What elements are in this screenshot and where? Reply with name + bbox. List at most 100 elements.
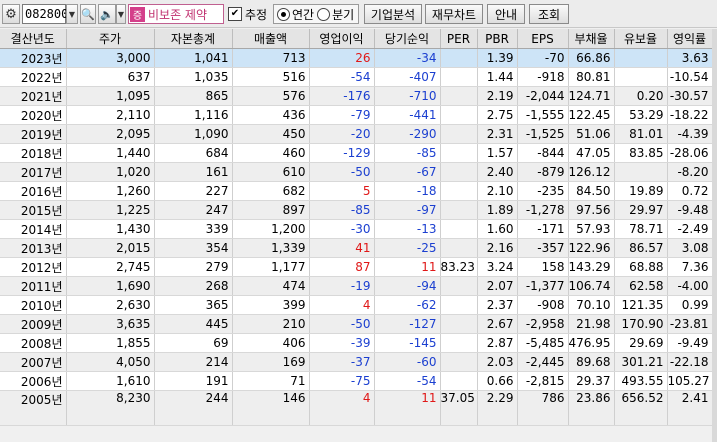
table-row[interactable]: 2016년 1,260 227 682 5 -18 2.10 -235 84.50 19.89 0.… (0, 181, 713, 201)
radio-annual[interactable]: 연간 (277, 6, 314, 23)
column-header[interactable]: 부채율 (568, 29, 615, 49)
company-analysis-button[interactable]: 기업분석 (364, 4, 422, 24)
table-cell: 214 (154, 352, 233, 372)
table-cell: -20 (309, 124, 375, 144)
table-cell: 62.58 (614, 276, 668, 296)
table-cell: 2.75 (477, 105, 518, 125)
table-cell: 786 (517, 390, 569, 426)
table-cell (440, 105, 478, 125)
table-cell: 37.05 (440, 390, 478, 426)
column-header[interactable]: 영업이익 (309, 29, 375, 49)
table-row[interactable]: 2006년 1,610 191 71 -75 -54 0.66 -2,815 29.37 493.… (0, 371, 713, 391)
search-icon[interactable]: 🔍 (80, 4, 96, 24)
query-button[interactable]: 조회 (529, 4, 569, 24)
table-cell (440, 314, 478, 334)
radio-annual-label: 연간 (292, 7, 315, 22)
table-cell: -1,555 (517, 105, 569, 125)
table-cell: 2,095 (66, 124, 155, 144)
column-header[interactable]: 영익률 (667, 29, 713, 49)
table-cell: -28.06 (667, 143, 713, 163)
table-row[interactable]: 2010년 2,630 365 399 4 -62 2.37 -908 70.10 121.35 0… (0, 295, 713, 315)
table-row[interactable]: 2007년 4,050 214 169 -37 -60 2.03 -2,445 89.68 301… (0, 352, 713, 372)
table-row[interactable]: 2020년 2,110 1,116 436 -79 -441 2.75 -1,555 122.4… (0, 105, 713, 125)
table-cell: 8,230 (66, 390, 155, 426)
table-row[interactable]: 2015년 1,225 247 897 -85 -97 1.89 -1,278 97.56 29.… (0, 200, 713, 220)
column-header[interactable]: 매출액 (232, 29, 310, 49)
table-cell: 2009년 (0, 314, 67, 334)
table-row[interactable]: 2005년 8,230 244 146 4 11 37.05 2.29 786 23.86 656.… (0, 390, 713, 426)
gear-icon[interactable]: ⚙ (2, 4, 20, 24)
table-row[interactable]: 2009년 3,635 445 210 -50 -127 2.67 -2,958 21.98 17… (0, 314, 713, 334)
table-cell: 301.21 (614, 352, 668, 372)
guide-button[interactable]: 안내 (487, 4, 525, 24)
table-row[interactable]: 2017년 1,020 161 610 -50 -67 2.40 -879 126.12 -8.2… (0, 162, 713, 182)
table-row[interactable]: 2022년 637 1,035 516 -54 -407 1.44 -918 80.81 -10.… (0, 67, 713, 87)
table-cell: 53.29 (614, 105, 668, 125)
table-cell: 576 (232, 86, 310, 106)
table-cell: -70 (517, 48, 569, 68)
table-cell: 365 (154, 295, 233, 315)
table-cell: -2,958 (517, 314, 569, 334)
table-cell: -1,278 (517, 200, 569, 220)
table-row[interactable]: 2018년 1,440 684 460 -129 -85 1.57 -844 47.05 83.8… (0, 143, 713, 163)
table-cell: 11 (374, 257, 441, 277)
table-cell: 406 (232, 333, 310, 353)
column-header[interactable]: 유보율 (614, 29, 668, 49)
stock-code-input[interactable]: 082800 (22, 4, 68, 24)
table-cell: -2,445 (517, 352, 569, 372)
table-cell: 1.44 (477, 67, 518, 87)
table-row[interactable]: 2021년 1,095 865 576 -176 -710 2.19 -2,044 124.71… (0, 86, 713, 106)
table-row[interactable]: 2012년 2,745 279 1,177 87 11 83.23 3.24 158 143.29… (0, 257, 713, 277)
table-cell (440, 276, 478, 296)
table-cell: 2.19 (477, 86, 518, 106)
sound-dropdown-icon[interactable]: ▼ (116, 4, 126, 24)
table-cell: 3.08 (667, 238, 713, 258)
table-row[interactable]: 2013년 2,015 354 1,339 41 -25 2.16 -357 122.96 86.… (0, 238, 713, 258)
table-cell: 1,339 (232, 238, 310, 258)
column-header[interactable]: PBR (477, 29, 518, 49)
column-header[interactable]: EPS (517, 29, 569, 49)
table-cell: 4 (309, 390, 375, 426)
table-cell (440, 295, 478, 315)
column-header[interactable]: 주가 (66, 29, 155, 49)
table-cell: -1,525 (517, 124, 569, 144)
table-cell: 2008년 (0, 333, 67, 353)
radio-quarter-label: 분기 (332, 7, 355, 22)
table-cell: -145 (374, 333, 441, 353)
column-header[interactable]: 결산년도 (0, 29, 67, 49)
radio-quarter[interactable]: 분기 (317, 6, 354, 23)
table-cell: 126.12 (568, 162, 615, 182)
column-header[interactable]: 자본총계 (154, 29, 233, 49)
estimate-checkbox[interactable]: ✔ 추정 (228, 4, 270, 24)
table-cell: -129 (309, 143, 375, 163)
table-cell: 124.71 (568, 86, 615, 106)
table-cell: 1,177 (232, 257, 310, 277)
table-row[interactable]: 2014년 1,430 339 1,200 -30 -13 1.60 -171 57.93 78.… (0, 219, 713, 239)
table-row[interactable]: 2011년 1,690 268 474 -19 -94 2.07 -1,377 106.74 62… (0, 276, 713, 296)
table-cell: -1,377 (517, 276, 569, 296)
table-cell: 1,035 (154, 67, 233, 87)
table-cell: 19.89 (614, 181, 668, 201)
column-header[interactable]: PER (440, 29, 478, 49)
table-cell: 399 (232, 295, 310, 315)
sound-icon[interactable]: 🔈 (98, 4, 116, 24)
table-cell: -19 (309, 276, 375, 296)
table-cell: -357 (517, 238, 569, 258)
table-cell: 106.74 (568, 276, 615, 296)
column-header[interactable]: 당기순익 (374, 29, 441, 49)
chevron-down-icon[interactable]: ▼ (66, 4, 78, 24)
stock-name-field[interactable]: 증 비보존 제약 (128, 4, 224, 24)
table-row[interactable]: 2023년 3,000 1,041 713 26 -34 1.39 -70 66.86 3.63 (0, 48, 713, 68)
table-row[interactable]: 2019년 2,095 1,090 450 -20 -290 2.31 -1,525 51.06… (0, 124, 713, 144)
table-cell: 1.39 (477, 48, 518, 68)
table-cell: -39 (309, 333, 375, 353)
table-cell: -75 (309, 371, 375, 391)
table-cell: 2020년 (0, 105, 67, 125)
table-cell: 2012년 (0, 257, 67, 277)
table-cell: 1,260 (66, 181, 155, 201)
table-row[interactable]: 2008년 1,855 69 406 -39 -145 2.87 -5,485 476.95 29… (0, 333, 713, 353)
scrollbar[interactable] (712, 29, 717, 442)
table-cell: -407 (374, 67, 441, 87)
table-cell: -85 (309, 200, 375, 220)
financial-chart-button[interactable]: 재무차트 (425, 4, 483, 24)
